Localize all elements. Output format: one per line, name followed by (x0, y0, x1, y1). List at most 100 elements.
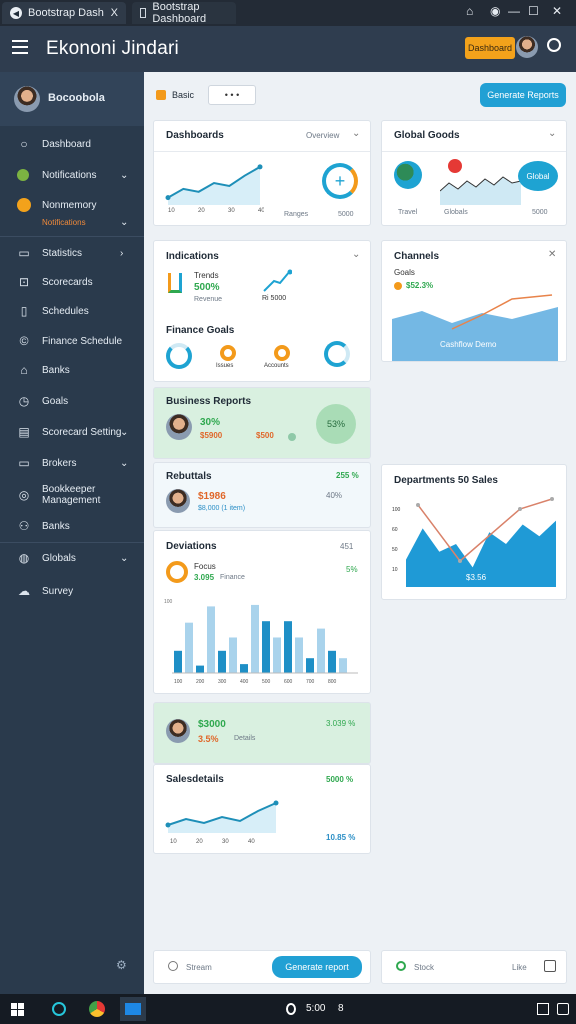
sidebar-item-statistics[interactable]: ▭ Statistics › (0, 239, 144, 267)
sidebar-divider (0, 236, 144, 237)
card-title: Dashboards (166, 130, 224, 141)
chart-icon: ⊡ (18, 275, 30, 289)
tray-icon-2[interactable] (550, 997, 576, 1021)
chevron-down-icon[interactable]: ⌄ (352, 249, 360, 260)
trend-point (165, 195, 171, 201)
bar (262, 621, 270, 673)
leaf-icon (17, 169, 29, 181)
sidebar-item-schedules[interactable]: ▯ Schedules (0, 297, 144, 325)
person-unit: $500 (256, 431, 274, 440)
card-meta: 451 (340, 542, 354, 551)
search-icon[interactable] (547, 38, 561, 52)
browser-tab-active[interactable]: ◀ Bootstrap Dash X (2, 2, 126, 24)
browser-icon[interactable] (84, 997, 110, 1021)
trend-foot-right: 5000 (338, 211, 354, 218)
salesline-foot: 10.85 % (326, 833, 356, 842)
chevron-down-icon: ⌄ (120, 457, 129, 469)
browser-tab-close-button[interactable]: X (111, 7, 118, 19)
bar (218, 650, 226, 673)
file-explorer-icon[interactable] (120, 997, 146, 1021)
bar-x-label: 300 (218, 679, 227, 685)
main-content: Basic • • • Generate Reports Dashboards … (144, 72, 576, 994)
sales-x-label: 20 (196, 839, 203, 845)
donut-icon-3 (274, 345, 290, 361)
sales-line-chart: 10 20 30 40 (165, 800, 279, 845)
chevron-down-icon[interactable]: ⌄ (548, 128, 556, 139)
header-dashboard-button[interactable]: Dashboard (465, 37, 515, 59)
sidebar-item-bookkeeper-management[interactable]: ◎ Bookkeeper Management (0, 481, 144, 509)
details-card: $3000 3.5% Details 3.039 % (153, 702, 371, 764)
sidebar-item-banks[interactable]: ⌂ Banks (0, 356, 144, 384)
focus-ring (166, 561, 188, 583)
bar-x-label: 400 (240, 679, 249, 685)
bar-x-label: 100 (174, 679, 183, 685)
os-taskbar: 5:00 8 (0, 994, 576, 1024)
sidebar: Bocoobola ○ Dashboard Notifications ⌄ Nonm… (0, 72, 144, 994)
sidebar-item-survey[interactable]: ☁ Survey (0, 577, 144, 605)
card-title: Departments 50 Sales (394, 475, 498, 486)
chevron-down-icon: ⌄ (120, 216, 129, 228)
checkbox-icon[interactable] (544, 960, 556, 972)
browser-tab-title: Bootstrap Dash (28, 7, 104, 19)
person-avatar (166, 414, 192, 440)
sidebar-item-brokers[interactable]: ▭ Brokers ⌄ (0, 449, 144, 477)
browser-logo-icon: ◀ (10, 7, 22, 19)
trend-line-chart: 10 20 30 40 (165, 164, 264, 213)
generate-report-button[interactable]: Generate report (272, 956, 362, 978)
profile-avatar (14, 86, 40, 112)
circle-icon: ◎ (18, 488, 30, 502)
sidebar-item-scorecards[interactable]: ⊡ Scorecards (0, 268, 144, 296)
browser-tab-bar: ◀ Bootstrap Dash X Bootstrap Dashboard ⌂… (0, 0, 576, 26)
stock-meta: Like (512, 963, 527, 972)
departments-center-label: $3.56 (466, 573, 487, 582)
departments-card: Departments 50 Sales 100 60 50 10 $3.56 (381, 464, 567, 600)
kpi-sub1: Trends (194, 271, 219, 280)
donut-icon-1 (166, 343, 192, 369)
cortana-icon[interactable] (46, 997, 72, 1021)
trend-point (257, 164, 263, 170)
settings-icon[interactable]: ◉ (490, 4, 500, 18)
start-menu-icon[interactable] (4, 997, 30, 1021)
options-button[interactable]: • • • (208, 85, 256, 105)
sidebar-item-globals[interactable]: ◍ Globals ⌄ (0, 544, 144, 572)
info-icon (168, 961, 178, 971)
minimize-icon[interactable]: — (508, 4, 520, 18)
filter-chip[interactable]: Basic (156, 85, 194, 105)
maximize-icon[interactable]: ☐ (528, 4, 539, 18)
settings-icon[interactable]: ⚙ (116, 958, 127, 972)
focus-value: 3.095 (194, 573, 215, 582)
home-icon[interactable]: ⌂ (466, 4, 473, 18)
trend-x-label: 30 (228, 208, 235, 213)
departments-y-label: 60 (392, 527, 398, 533)
user-avatar[interactable] (516, 36, 538, 58)
card-meta[interactable]: Overview (306, 131, 339, 140)
sidebar-item-notifications[interactable]: Notifications ⌄ (0, 161, 144, 189)
browser-tab-inactive[interactable]: Bootstrap Dashboard (132, 1, 236, 25)
close-window-icon[interactable]: ✕ (552, 4, 562, 18)
ring-badge: 53% (316, 404, 356, 444)
rebuttals-value: $1986 (198, 491, 226, 502)
bar-x-label: 500 (262, 679, 271, 685)
sidebar-item-dashboard[interactable]: ○ Dashboard (0, 130, 144, 158)
hamburger-menu-icon[interactable] (12, 40, 28, 54)
sidebar-item-scorecard-setting[interactable]: ▤ Scorecard Setting ⌄ (0, 418, 144, 446)
person-avatar (166, 489, 190, 513)
generate-reports-button[interactable]: Generate Reports (480, 83, 566, 107)
sidebar-subitem-notifications[interactable]: Notifications ⌄ (0, 213, 144, 231)
sidebar-item-goals[interactable]: ◷ Goals (0, 387, 144, 415)
divider (382, 151, 566, 152)
channels-area (392, 307, 558, 361)
sidebar-profile[interactable]: Bocoobola (0, 72, 144, 126)
person-percent: 30% (200, 417, 221, 428)
departments-point (416, 503, 420, 507)
departments-y-label: 50 (392, 547, 398, 553)
sidebar-item-finance-schedule[interactable]: © Finance Schedule (0, 327, 144, 355)
home-icon: ⌂ (20, 363, 28, 377)
copyright-icon: © (19, 334, 29, 348)
chevron-down-icon[interactable]: ⌄ (352, 128, 360, 139)
chevron-down-icon: ⌄ (120, 426, 129, 438)
notification-icon[interactable] (278, 997, 304, 1021)
close-icon[interactable]: ✕ (548, 249, 556, 260)
sidebar-item-banks-2[interactable]: ⚇ Banks (0, 512, 144, 540)
global-axis-left: Travel (398, 209, 418, 216)
